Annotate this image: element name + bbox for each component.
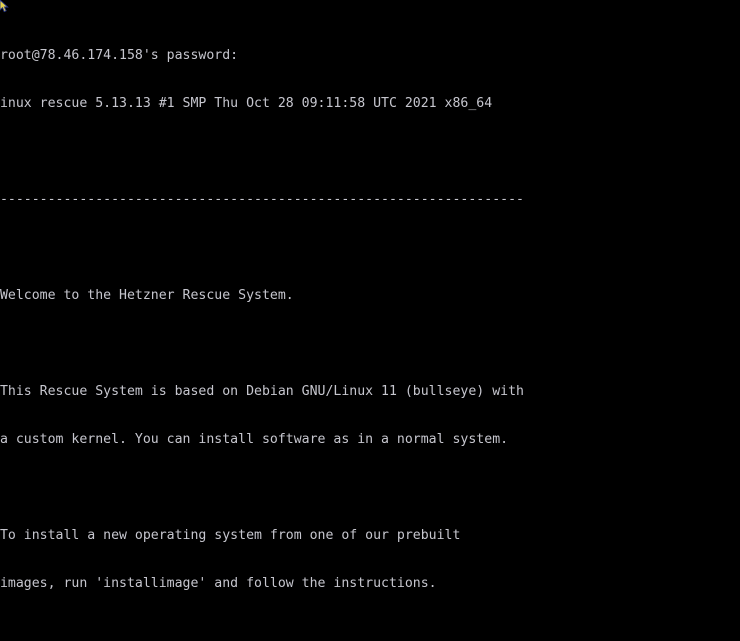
terminal-line-install-2: images, run 'installimage' and follow th…	[0, 576, 437, 591]
terminal-screen[interactable]: root@78.46.174.158's password: Linux res…	[0, 0, 740, 641]
terminal-line-about-1: This Rescue System is based on Debian GN…	[0, 384, 524, 399]
terminal-line-install-1: To install a new operating system from o…	[0, 528, 461, 543]
terminal-window[interactable]: root@78.46.174.158's password: Linux res…	[0, 0, 740, 641]
terminal-line-about-2: a custom kernel. You can install softwar…	[0, 432, 509, 447]
terminal-line-password-prompt: root@78.46.174.158's password:	[0, 48, 239, 63]
terminal-line-welcome: Welcome to the Hetzner Rescue System.	[0, 288, 294, 303]
terminal-line-separator-top: ----------------------------------------…	[0, 192, 524, 207]
terminal-line-kernel-banner: Linux rescue 5.13.13 #1 SMP Thu Oct 28 0…	[0, 96, 493, 111]
